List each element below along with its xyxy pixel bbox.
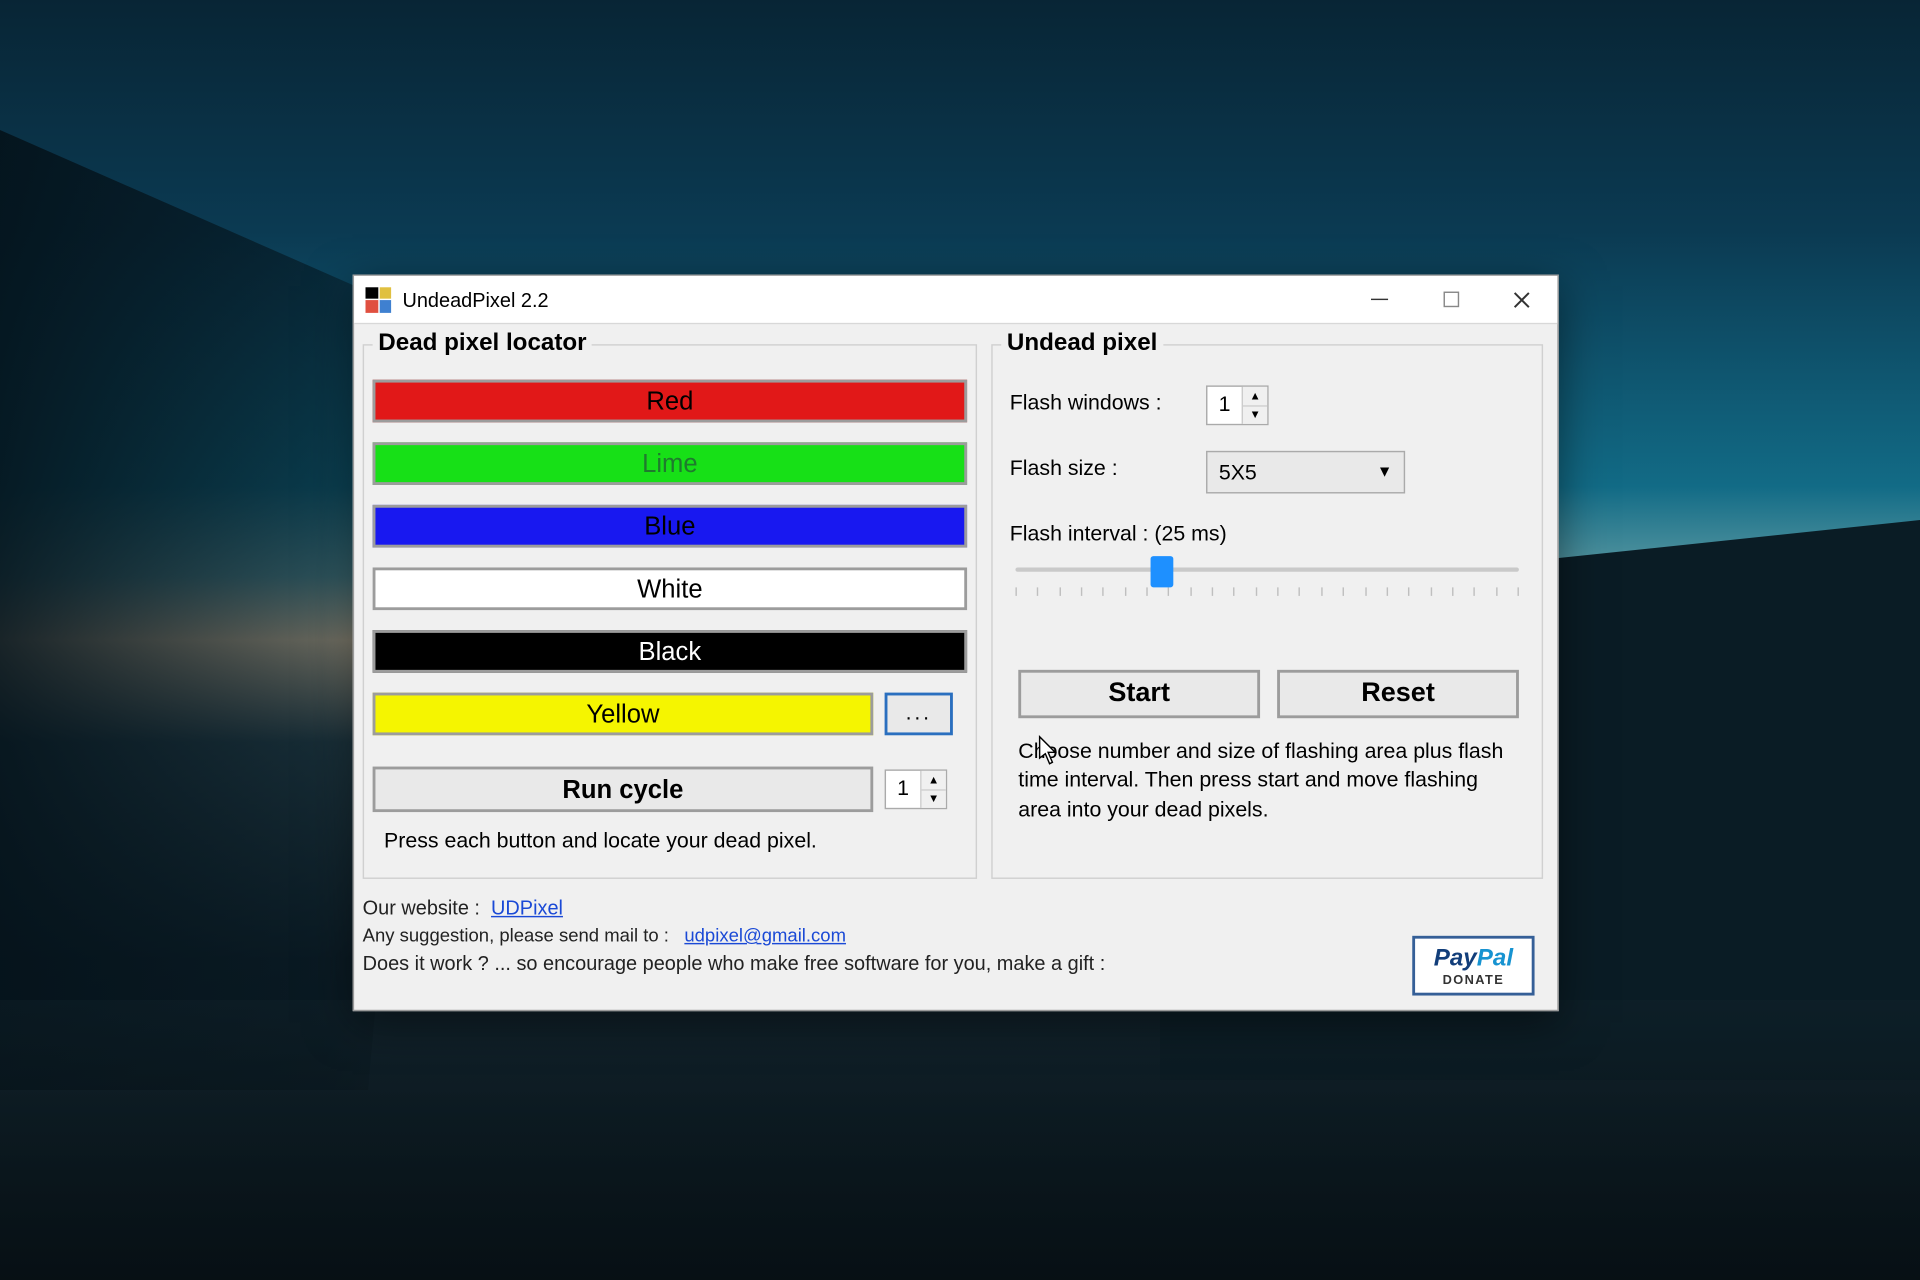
slider-ticks: [1015, 587, 1518, 601]
flash-windows-value[interactable]: 1: [1207, 387, 1241, 424]
locator-hint: Press each button and locate your dead p…: [384, 829, 817, 853]
flash-windows-up-icon[interactable]: ▲: [1243, 387, 1267, 406]
locator-groupbox: Dead pixel locator Red Lime Blue White B…: [363, 344, 977, 879]
run-cycle-value[interactable]: 1: [886, 771, 920, 808]
flash-windows-label: Flash windows :: [1010, 391, 1162, 415]
undead-groupbox: Undead pixel Flash windows : 1 ▲ ▼ Flash…: [991, 344, 1543, 879]
color-black-button[interactable]: Black: [373, 630, 967, 673]
paypal-logo: PayPal: [1434, 944, 1513, 972]
flash-interval-slider[interactable]: [1015, 556, 1518, 613]
mail-label: Any suggestion, please send mail to :: [363, 924, 669, 945]
reset-button[interactable]: Reset: [1277, 670, 1519, 718]
window-title: UndeadPixel 2.2: [402, 288, 548, 311]
website-link[interactable]: UDPixel: [491, 896, 563, 919]
undead-hint: Choose number and size of flashing area …: [1018, 738, 1524, 824]
flash-size-label: Flash size :: [1010, 457, 1118, 481]
undead-title: Undead pixel: [1001, 329, 1163, 357]
website-label: Our website :: [363, 896, 480, 919]
flash-windows-spinner[interactable]: 1 ▲ ▼: [1206, 385, 1269, 425]
more-colors-button[interactable]: ...: [885, 693, 953, 736]
slider-track: [1015, 567, 1518, 571]
run-cycle-up-icon[interactable]: ▲: [922, 771, 946, 790]
run-cycle-spinner[interactable]: 1 ▲ ▼: [885, 769, 948, 809]
color-white-button[interactable]: White: [373, 567, 967, 610]
paypal-donate-text: DONATE: [1443, 973, 1505, 987]
run-cycle-down-icon[interactable]: ▼: [922, 790, 946, 808]
mail-link[interactable]: udpixel@gmail.com: [684, 924, 846, 945]
color-yellow-button[interactable]: Yellow: [373, 693, 874, 736]
titlebar[interactable]: UndeadPixel 2.2: [354, 276, 1557, 324]
app-icon: [366, 287, 392, 313]
chevron-down-icon: ▼: [1377, 464, 1392, 481]
donate-label: Does it work ? ... so encourage people w…: [363, 951, 1106, 974]
minimize-button[interactable]: [1344, 275, 1415, 323]
client-area: Dead pixel locator Red Lime Blue White B…: [354, 324, 1557, 1010]
desktop-background: UndeadPixel 2.2 Dead pixel locator Red L…: [0, 0, 1920, 1280]
color-red-button[interactable]: Red: [373, 380, 967, 423]
color-blue-button[interactable]: Blue: [373, 505, 967, 548]
paypal-donate-button[interactable]: PayPal DONATE: [1412, 936, 1534, 996]
app-window: UndeadPixel 2.2 Dead pixel locator Red L…: [353, 274, 1559, 1011]
flash-size-combo[interactable]: 5X5 ▼: [1206, 451, 1405, 494]
footer: Our website : UDPixel Any suggestion, pl…: [363, 896, 1549, 974]
flash-size-value: 5X5: [1219, 460, 1257, 484]
run-cycle-button[interactable]: Run cycle: [373, 767, 874, 813]
locator-title: Dead pixel locator: [373, 329, 593, 357]
start-button[interactable]: Start: [1018, 670, 1260, 718]
close-button[interactable]: [1486, 275, 1557, 323]
slider-thumb[interactable]: [1150, 556, 1173, 587]
maximize-button[interactable]: [1415, 275, 1486, 323]
flash-interval-label: Flash interval : (25 ms): [1010, 522, 1227, 546]
color-lime-button[interactable]: Lime: [373, 442, 967, 485]
flash-windows-down-icon[interactable]: ▼: [1243, 406, 1267, 424]
